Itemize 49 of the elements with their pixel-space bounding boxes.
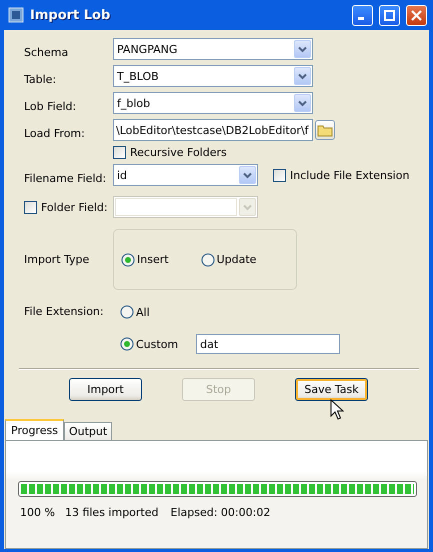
maximize-icon (384, 10, 395, 20)
tab[interactable]: Output (64, 422, 112, 440)
close-button[interactable] (406, 4, 427, 26)
checkbox-label: Include File Extension (290, 168, 410, 182)
field-label: Folder Field: (41, 201, 108, 214)
dropdown[interactable]: PANGPANG (113, 38, 313, 60)
field-label: Table: (24, 72, 58, 86)
option-label: Update (216, 253, 256, 266)
folder-icon (317, 123, 333, 137)
field-label: Load From: (24, 126, 86, 140)
radio-button[interactable] (121, 252, 135, 266)
chevron-icon (243, 204, 252, 210)
dropdown[interactable]: id (113, 164, 258, 186)
chevron-icon (298, 100, 307, 106)
option-label: All (136, 306, 150, 318)
radio-button[interactable] (200, 252, 215, 266)
field-label: Import Type (24, 252, 90, 266)
browse-button[interactable] (315, 120, 335, 140)
dropdown[interactable]: f_blob (113, 92, 313, 114)
checkbox[interactable] (273, 168, 286, 182)
path-field[interactable]: \LobEditor\testcase\DB2LobEditor\f (113, 119, 313, 141)
minimize-icon (358, 17, 364, 20)
option-label: Insert (137, 253, 169, 266)
checkbox-label: Recursive Folders (130, 146, 227, 159)
checkbox[interactable] (113, 146, 126, 159)
close-icon (411, 10, 422, 20)
radio-button[interactable] (120, 337, 134, 351)
window-title: Import Lob (30, 8, 112, 22)
option-label: Custom (136, 338, 178, 350)
radio-button[interactable] (120, 305, 134, 319)
field-label: File Extension: (24, 304, 105, 318)
extension-field[interactable]: dat (196, 334, 340, 354)
field-label: Filename Field: (24, 170, 108, 184)
cursor-icon (330, 399, 344, 421)
elapsed-time: Elapsed: 00:00:02 (170, 506, 270, 519)
files-count: 13 files imported (64, 506, 158, 519)
percent-text: 100 % (20, 506, 55, 519)
app-icon (8, 7, 24, 23)
field-label: Lob Field: (24, 98, 78, 112)
chevron-icon (298, 46, 307, 52)
minimize-button[interactable] (352, 4, 373, 26)
maximize-button[interactable] (379, 4, 400, 26)
chevron-icon (298, 72, 307, 80)
chevron-icon (243, 172, 252, 178)
tab[interactable]: Progress (5, 419, 64, 440)
field-label: Schema (24, 44, 70, 58)
dropdown[interactable]: T_BLOB (113, 65, 313, 87)
action-button[interactable]: Save Task (295, 378, 368, 401)
action-button[interactable]: Import (69, 378, 142, 401)
